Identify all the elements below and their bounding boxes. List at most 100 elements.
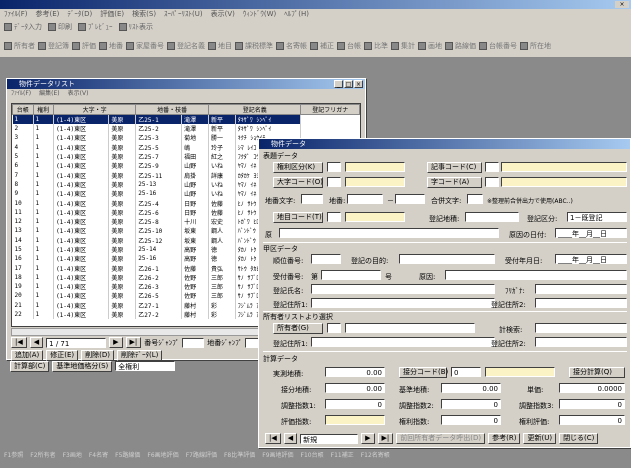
chimoku-code-input[interactable] — [327, 212, 341, 222]
toolbar-button[interactable]: 台帳 — [337, 41, 361, 51]
chimoku-code-button[interactable]: 地目コード(T) — [273, 212, 323, 223]
table-row[interactable]: 2 1 (1-4)東区 美原 乙25-2 滝澤 新平 ﾀｷｻﾞﾜ ｼﾝﾍﾟｲ — [12, 124, 360, 134]
calc-button[interactable]: 計算部(C) — [10, 361, 50, 372]
toolbar-button[interactable]: 名寄帳 — [276, 41, 307, 51]
column-header[interactable]: 権利 — [32, 104, 55, 115]
toolbar-button[interactable]: 地番 — [99, 41, 123, 51]
tanka-input[interactable]: 0.0000 — [559, 383, 625, 393]
minimize-button[interactable]: _ — [334, 80, 343, 88]
list-menu-item[interactable]: 編集(E) — [39, 89, 59, 99]
kenri-code-button[interactable]: 権利区分(K) — [273, 162, 323, 173]
function-key-label[interactable]: F4名寄 — [89, 450, 108, 459]
column-header[interactable]: 登記名義 — [207, 104, 302, 115]
toolbar-button[interactable]: ﾃﾞｰﾀ入力 — [4, 22, 42, 32]
owner-code-input[interactable] — [327, 323, 341, 333]
kenri-code-input[interactable] — [327, 162, 341, 172]
chiban-moji-input[interactable] — [301, 194, 323, 204]
sessho-calc-button[interactable]: 接分計算(Q) — [569, 367, 625, 378]
kijun-input[interactable]: 0.00 — [441, 383, 501, 393]
owner-jusho2-input[interactable] — [535, 337, 627, 347]
uketsuke-no-input[interactable] — [321, 270, 381, 280]
function-key-label[interactable]: F7路線評価 — [186, 450, 217, 459]
record-position[interactable]: 1 / 71 — [46, 337, 107, 348]
menu-item[interactable]: 検索(S) — [132, 9, 156, 20]
update-button[interactable]: 更新(U) — [523, 433, 557, 444]
column-header[interactable]: 地番・枝番 — [135, 104, 209, 115]
close-button[interactable]: × — [354, 80, 363, 88]
uketsuke-date-input[interactable]: ____年__月__日 — [555, 254, 627, 264]
chosei3-input[interactable]: 0 — [559, 399, 625, 409]
toki-kubun-select[interactable]: 1－既登記 — [567, 212, 627, 222]
column-header[interactable]: 台帳 — [12, 104, 34, 115]
oaza-code-input[interactable] — [327, 177, 341, 187]
toolbar-button[interactable]: 地目 — [208, 41, 232, 51]
chosei1-input[interactable]: 0 — [325, 399, 385, 409]
menu-item[interactable]: ﾍﾙﾌﾟ(H) — [284, 9, 309, 20]
sessho-code-input[interactable]: 0 — [451, 367, 481, 377]
prev-record-button[interactable]: ◀ — [29, 337, 44, 348]
app-close-button[interactable]: × — [615, 1, 629, 8]
jissoku-input[interactable]: 0.00 — [325, 367, 385, 377]
menu-item[interactable]: ﾃﾞｰﾀ(D) — [67, 9, 92, 20]
last-record-button[interactable]: ▶| — [125, 337, 142, 348]
chiban-input[interactable] — [347, 194, 383, 204]
kenri-shisu-input[interactable]: 0 — [441, 415, 501, 425]
menu-item[interactable]: ｽｰﾊﾟｰﾘｽﾄ(U) — [164, 9, 203, 20]
function-key-label[interactable]: F10台帳 — [301, 450, 324, 459]
toolbar-button[interactable]: 集計 — [391, 41, 415, 51]
kiji-code-input[interactable] — [485, 162, 499, 172]
table-row[interactable]: 1 1 (1-4)東区 美原 乙25-1 滝澤 新平 ﾀｷｻﾞﾜ ｼﾝﾍﾟｲ — [12, 114, 360, 124]
kiji-code-button[interactable]: 記事コード(C) — [427, 162, 482, 173]
list-menu-item[interactable]: ﾌｧｲﾙ(F) — [11, 89, 31, 99]
toolbar-button[interactable]: ﾘｽﾄ表示 — [118, 22, 153, 32]
function-key-label[interactable]: F9画地評価 — [262, 450, 293, 459]
aza-code-button[interactable]: 字コード(A) — [427, 177, 482, 188]
toolbar-button[interactable]: 登記簿 — [38, 41, 69, 51]
function-key-label[interactable]: F6画地評価 — [147, 450, 178, 459]
list-action-button[interactable]: 修正(E) — [46, 350, 79, 361]
owner-button[interactable]: 所有者(G) — [273, 323, 323, 334]
jusho2-input[interactable] — [535, 298, 627, 308]
keisu-input[interactable] — [535, 323, 627, 333]
function-key-label[interactable]: F8比準評価 — [224, 450, 255, 459]
column-header[interactable]: 登記フリガナ — [300, 104, 360, 115]
function-key-label[interactable]: F11補正 — [331, 450, 354, 459]
form-next-button[interactable]: ▶ — [361, 433, 375, 444]
toolbar-button[interactable]: 印刷 — [48, 22, 72, 32]
menu-item[interactable]: 評価(E) — [100, 9, 124, 20]
rights-filter-select[interactable]: 全権利 — [115, 361, 176, 371]
menu-item[interactable]: ｳｨﾝﾄﾞｳ(W) — [243, 9, 276, 20]
form-record-input[interactable]: 新規 — [300, 433, 359, 444]
gen2-input[interactable] — [445, 270, 627, 280]
toolbar-button[interactable]: 課税標準 — [235, 41, 273, 51]
oaza-code-button[interactable]: 大字コード(O) — [273, 177, 323, 188]
owner-jusho1-input[interactable] — [311, 337, 495, 347]
toolbar-button[interactable]: 家屋番号 — [126, 41, 164, 51]
maximize-button[interactable]: □ — [344, 80, 353, 88]
toolbar-button[interactable]: 登記名義 — [167, 41, 205, 51]
toolbar-button[interactable]: 画地 — [418, 41, 442, 51]
owner-select[interactable] — [345, 323, 475, 333]
menu-item[interactable]: 表示(V) — [211, 9, 235, 20]
first-record-button[interactable]: |◀ — [11, 337, 27, 348]
menu-item[interactable]: ﾌｧｲﾙ(F) — [4, 9, 28, 20]
toolbar-button[interactable]: ﾌﾟﾚﾋﾞｭｰ — [78, 22, 113, 32]
genin-date-input[interactable]: ____年__月__日 — [555, 228, 627, 238]
toolbar-button[interactable]: 所在地 — [520, 41, 551, 51]
column-header[interactable]: 大字・字 — [53, 104, 137, 115]
form-prev-button[interactable]: ◀ — [283, 433, 298, 444]
furigana-input[interactable] — [535, 284, 627, 294]
form-last-button[interactable]: ▶| — [377, 433, 394, 444]
menu-item[interactable]: 参考(E) — [36, 9, 60, 20]
aza-code-input[interactable] — [485, 177, 499, 187]
function-key-label[interactable]: F1参照 — [4, 450, 23, 459]
sessho-chiseki-input[interactable]: 0.00 — [325, 383, 385, 393]
toki-name-input[interactable] — [311, 284, 495, 294]
next-record-button[interactable]: ▶ — [109, 337, 123, 348]
toolbar-button[interactable]: 評価 — [72, 41, 96, 51]
edaban-input[interactable] — [395, 194, 425, 204]
form-first-button[interactable]: |◀ — [265, 433, 281, 444]
std-price-button[interactable]: 基準地価格分(S) — [52, 361, 113, 372]
toki-chiseki-select[interactable] — [465, 212, 519, 222]
toolbar-button[interactable]: 所有者 — [4, 41, 35, 51]
